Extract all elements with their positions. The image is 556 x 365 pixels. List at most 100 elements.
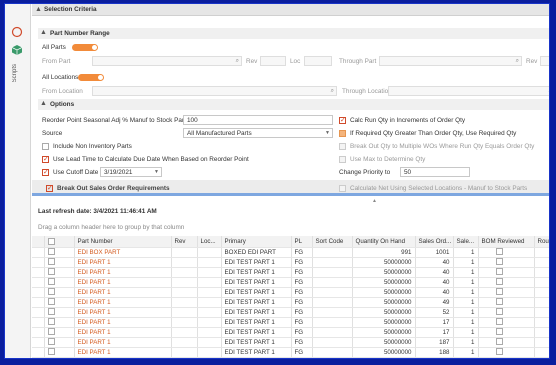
collapse-handle-icon[interactable]: ▲ — [372, 198, 377, 204]
grid-header-select[interactable] — [44, 236, 75, 248]
chevron-up-icon[interactable]: ▲ — [40, 100, 47, 107]
router-reviewed-cell[interactable] — [534, 317, 549, 328]
compass-icon[interactable] — [11, 26, 23, 38]
row-checkbox[interactable] — [47, 348, 55, 356]
break-out-qty-checkbox[interactable] — [339, 143, 346, 150]
row-checkbox[interactable] — [47, 258, 55, 266]
part-number-cell[interactable]: EDI PART 1 — [74, 347, 172, 358]
col-quantity-on-hand[interactable]: Quantity On Hand — [352, 236, 416, 248]
search-icon[interactable]: ⌕ — [331, 88, 334, 95]
row-checkbox[interactable] — [47, 338, 55, 346]
search-icon[interactable]: ⌕ — [516, 58, 519, 65]
cube-icon[interactable] — [11, 44, 23, 56]
row-checkbox[interactable] — [47, 248, 55, 256]
table-row[interactable]: EDI PART 1 EDI TEST PART 1 FG 50000000 40 1 — [32, 277, 549, 288]
through-location-input[interactable]: ⌕ — [388, 86, 550, 96]
row-select-cell[interactable] — [44, 337, 75, 348]
table-row[interactable]: EDI PART 1 EDI TEST PART 1 FG 50000000 40 1 — [32, 257, 549, 268]
bom-reviewed-checkbox[interactable] — [495, 248, 503, 256]
selection-criteria-header[interactable]: ▲ Selection Criteria — [32, 4, 549, 16]
use-lead-time-checkbox[interactable] — [42, 155, 49, 163]
col-primary[interactable]: Primary — [221, 236, 292, 248]
bom-reviewed-cell[interactable] — [478, 297, 535, 308]
part-number-cell[interactable]: EDI PART 1 — [74, 307, 172, 318]
use-cutoff-checkbox[interactable] — [42, 168, 49, 176]
bom-reviewed-checkbox[interactable] — [495, 268, 503, 276]
table-row[interactable]: EDI PART 1 EDI TEST PART 1 FG 50000000 17 1 — [32, 317, 549, 328]
from-location-input[interactable]: ⌕ — [92, 86, 337, 96]
row-checkbox[interactable] — [47, 328, 55, 336]
bom-reviewed-cell[interactable] — [478, 327, 535, 338]
col-part-number[interactable]: Part Number — [74, 236, 172, 248]
through-part-input[interactable]: ⌕ — [379, 56, 522, 66]
col-sort-code[interactable]: Sort Code — [312, 236, 353, 248]
bom-reviewed-cell[interactable] — [478, 247, 535, 258]
calc-net-checkbox[interactable] — [339, 185, 346, 192]
row-select-cell[interactable] — [44, 287, 75, 298]
bom-reviewed-cell[interactable] — [478, 347, 535, 358]
row-select-cell[interactable] — [44, 307, 75, 318]
router-reviewed-cell[interactable] — [534, 247, 549, 258]
loc-input[interactable] — [304, 56, 332, 66]
chevron-down-icon[interactable]: ▼ — [325, 130, 330, 136]
select-all-checkbox[interactable] — [47, 237, 55, 245]
bom-reviewed-checkbox[interactable] — [495, 258, 503, 266]
rev-input[interactable] — [260, 56, 286, 66]
bom-reviewed-checkbox[interactable] — [495, 318, 503, 326]
change-priority-input[interactable]: 50 — [400, 167, 470, 177]
cutoff-date-input[interactable]: 3/19/2021 ▼ — [100, 167, 162, 177]
table-row[interactable]: EDI PART 1 EDI TEST PART 1 FG 50000000 187 1 — [32, 337, 549, 348]
bom-reviewed-cell[interactable] — [478, 317, 535, 328]
use-max-checkbox[interactable] — [339, 156, 346, 163]
chevron-up-icon[interactable]: ▲ — [40, 29, 47, 36]
row-checkbox[interactable] — [47, 298, 55, 306]
row-checkbox[interactable] — [47, 278, 55, 286]
bom-reviewed-checkbox[interactable] — [495, 338, 503, 346]
part-number-cell[interactable]: EDI PART 1 — [74, 287, 172, 298]
table-row[interactable]: EDI PART 1 EDI TEST PART 1 FG 50000000 40 1 — [32, 267, 549, 278]
from-part-input[interactable]: ⌕ — [92, 56, 242, 66]
table-row[interactable]: EDI PART 1 EDI TEST PART 1 FG 50000000 52 1 — [32, 307, 549, 318]
chevron-down-icon[interactable]: ▼ — [154, 169, 159, 175]
router-reviewed-cell[interactable] — [534, 267, 549, 278]
col-sales-ord[interactable]: Sales Ord... — [415, 236, 454, 248]
bom-reviewed-checkbox[interactable] — [495, 348, 503, 356]
bom-reviewed-cell[interactable] — [478, 307, 535, 318]
col-rev[interactable]: Rev — [171, 236, 198, 248]
bom-reviewed-cell[interactable] — [478, 277, 535, 288]
part-number-cell[interactable]: EDI PART 1 — [74, 327, 172, 338]
reorder-input[interactable]: 100 — [183, 115, 333, 125]
bom-reviewed-cell[interactable] — [478, 267, 535, 278]
col-sale[interactable]: Sale... — [453, 236, 479, 248]
table-row[interactable]: EDI PART 1 EDI TEST PART 1 FG 50000000 49 1 — [32, 297, 549, 308]
bom-reviewed-cell[interactable] — [478, 337, 535, 348]
bom-reviewed-checkbox[interactable] — [495, 328, 503, 336]
row-select-cell[interactable] — [44, 267, 75, 278]
options-header[interactable]: ▲ Options — [38, 99, 549, 110]
row-checkbox[interactable] — [47, 268, 55, 276]
table-row[interactable]: EDI BOX PART BOXED EDI PART FG 991 1001 1 — [32, 247, 549, 258]
row-checkbox[interactable] — [47, 288, 55, 296]
col-bom-reviewed[interactable]: BOM Reviewed — [478, 236, 535, 248]
break-out-sales-checkbox[interactable] — [46, 184, 53, 192]
chevron-up-icon[interactable]: ▲ — [35, 6, 42, 13]
router-reviewed-cell[interactable] — [534, 307, 549, 318]
router-reviewed-cell[interactable] — [534, 327, 549, 338]
part-number-cell[interactable]: EDI PART 1 — [74, 277, 172, 288]
router-reviewed-cell[interactable] — [534, 297, 549, 308]
bom-reviewed-cell[interactable] — [478, 287, 535, 298]
bom-reviewed-checkbox[interactable] — [495, 308, 503, 316]
rev2-input[interactable] — [540, 56, 549, 66]
search-icon[interactable]: ⌕ — [236, 58, 239, 65]
source-select[interactable]: All Manufactured Parts ▼ — [183, 128, 333, 138]
row-select-cell[interactable] — [44, 317, 75, 328]
col-router-reviewed[interactable]: Router Reviewed — [534, 236, 549, 248]
calc-run-qty-checkbox[interactable] — [339, 116, 346, 124]
table-row[interactable]: EDI PART 1 EDI TEST PART 1 FG 50000000 40 1 — [32, 287, 549, 298]
row-select-cell[interactable] — [44, 277, 75, 288]
table-row[interactable]: EDI PART 1 EDI TEST PART 1 FG 50000000 17 1 — [32, 327, 549, 338]
bom-reviewed-cell[interactable] — [478, 257, 535, 268]
search-icon[interactable]: ⌕ — [549, 88, 550, 95]
part-number-cell[interactable]: EDI PART 1 — [74, 297, 172, 308]
part-number-cell[interactable]: EDI PART 1 — [74, 257, 172, 268]
